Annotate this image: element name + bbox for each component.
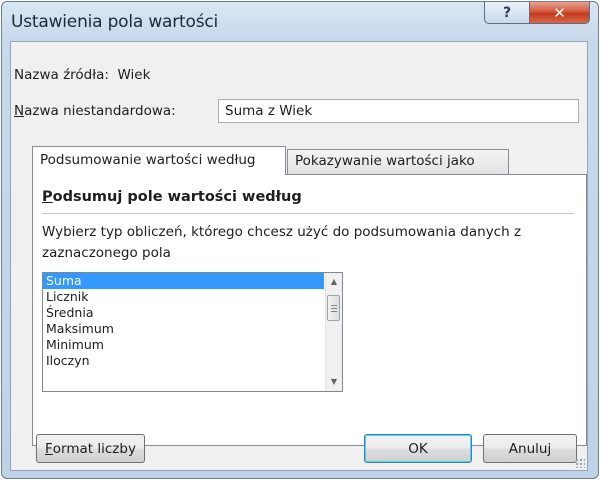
section-heading-text: odsumuj pole wartości według [52,189,302,205]
value-field-settings-dialog: Ustawienia pola wartości ? ✕ Nazwa źródł… [1,1,599,479]
help-icon: ? [502,4,512,21]
source-name-label: Nazwa źródła: [14,67,109,83]
resize-grip-icon[interactable] [575,458,585,468]
number-format-button[interactable]: Format liczby [36,434,145,463]
cancel-button[interactable]: Anuluj [483,434,577,463]
thumb-grip-line [331,311,337,312]
dialog-body: Nazwa źródła: Wiek Nazwa niestandardowa:… [10,41,588,471]
help-button[interactable]: ? [484,2,530,24]
section-heading: Podsumuj pole wartości według [42,189,302,205]
dialog-title: Ustawienia pola wartości [11,12,219,32]
section-divider [42,213,574,214]
close-button[interactable]: ✕ [529,2,590,24]
thumb-grip-line [331,308,337,309]
custom-name-accel: N [14,103,25,119]
calculation-description: Wybierz typ obliczeń, którego chcesz uży… [42,224,522,261]
title-bar[interactable]: Ustawienia pola wartości ? ✕ [2,2,598,42]
section-heading-accel: P [42,189,53,205]
scroll-down-arrow-icon[interactable]: ▼ [326,374,342,390]
list-item-iloczyn[interactable]: Iloczyn [43,353,324,369]
source-name-value: Wiek [117,67,151,83]
summarize-panel: Podsumuj pole wartości według Wybierz ty… [32,174,587,446]
custom-name-input[interactable] [218,99,579,123]
list-item-minimum[interactable]: Minimum [43,337,324,353]
scrollbar-thumb[interactable] [327,295,340,321]
list-item-srednia[interactable]: Średnia [43,305,324,321]
tab-summarize-by[interactable]: Podsumowanie wartości według [32,146,286,175]
list-item-licznik[interactable]: Licznik [43,289,324,305]
tab-show-values-as[interactable]: Pokazywanie wartości jako [287,149,509,174]
number-format-accel: F [45,440,53,457]
ok-button[interactable]: OK [364,434,472,463]
scroll-up-arrow-icon[interactable]: ▲ [326,274,342,290]
list-scrollbar[interactable]: ▲ ▼ [325,273,342,391]
list-item-maksimum[interactable]: Maksimum [43,321,324,337]
source-name-row: Nazwa źródła: Wiek [14,67,150,83]
thumb-grip-line [331,305,337,306]
custom-name-label: Nazwa niestandardowa: [14,103,176,119]
list-item-suma[interactable]: Suma [43,273,324,289]
custom-name-label-text: azwa niestandardowa: [24,103,176,119]
close-icon: ✕ [553,3,566,22]
calculation-type-list[interactable]: Suma Licznik Średnia Maksimum Minimum Il… [42,272,343,392]
number-format-label: ormat liczby [52,440,136,457]
